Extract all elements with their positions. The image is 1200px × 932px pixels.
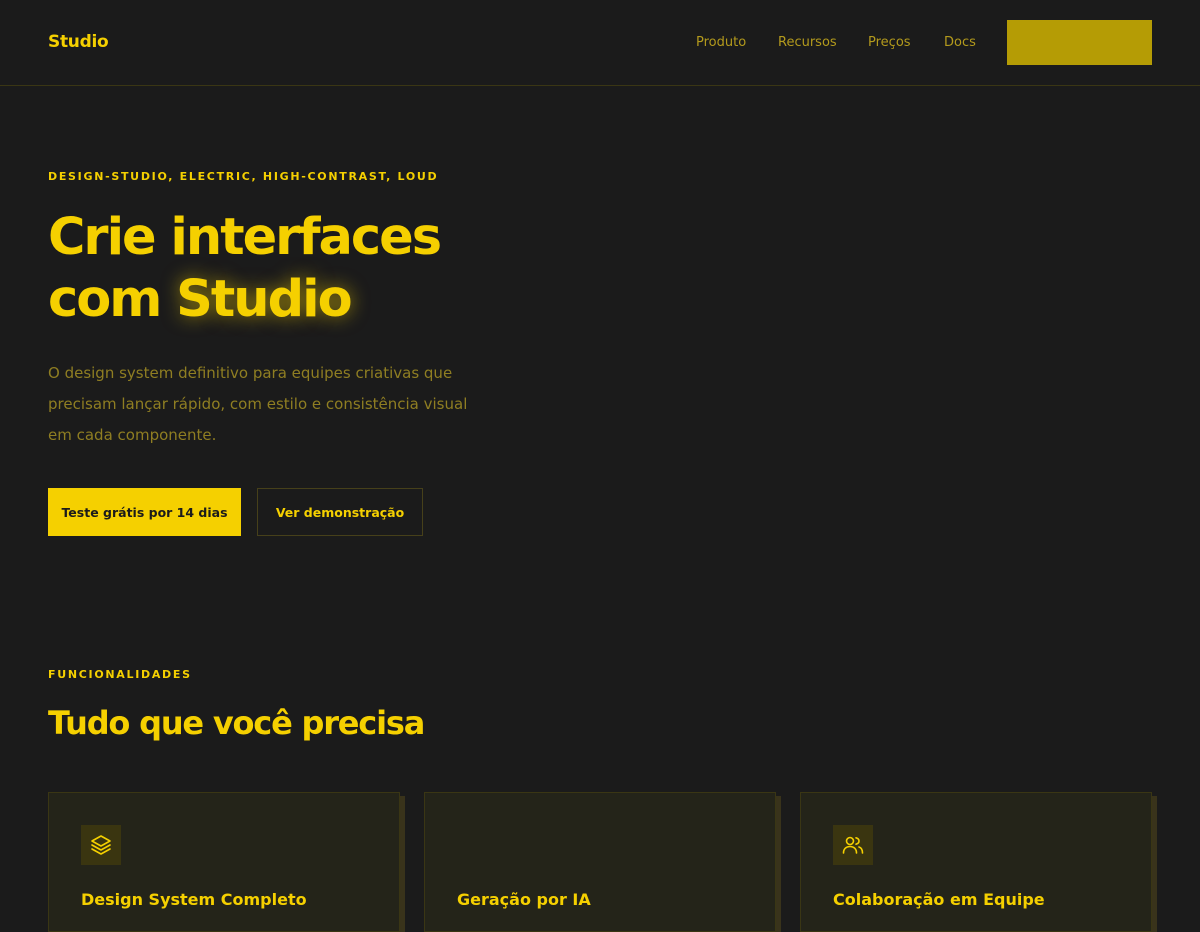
feature-card-design-system: Design System Completo <box>48 792 400 932</box>
feature-card-ai: Geração por IA <box>424 792 776 932</box>
nav-link-docs[interactable]: Docs <box>944 35 976 50</box>
hero-title-line2-prefix: com <box>48 270 177 329</box>
nav-link-precos[interactable]: Preços <box>868 35 911 50</box>
features-title: Tudo que você precisa <box>48 704 425 742</box>
hero-title-highlight: Studio <box>176 270 352 329</box>
hero-eyebrow: DESIGN-STUDIO, ELECTRIC, HIGH-CONTRAST, … <box>48 170 439 183</box>
header-cta-button[interactable] <box>1007 20 1152 65</box>
feature-card-collaboration: Colaboração em Equipe <box>800 792 1152 932</box>
features-eyebrow: FUNCIONALIDADES <box>48 668 192 681</box>
brand-logo[interactable]: Studio <box>48 32 109 52</box>
start-trial-button[interactable]: Teste grátis por 14 dias <box>48 488 241 536</box>
users-icon <box>833 825 873 865</box>
view-demo-button[interactable]: Ver demonstração <box>257 488 423 536</box>
hero-subtitle: O design system definitivo para equipes … <box>48 364 468 444</box>
hero-title-line1: Crie interfaces <box>48 208 442 267</box>
nav-link-produto[interactable]: Produto <box>696 35 746 50</box>
nav-link-recursos[interactable]: Recursos <box>778 35 837 50</box>
layers-icon <box>81 825 121 865</box>
hero-title: Crie interfaces com Studio <box>48 207 608 331</box>
top-navigation-bar: Studio Produto Recursos Preços Docs <box>0 0 1200 86</box>
